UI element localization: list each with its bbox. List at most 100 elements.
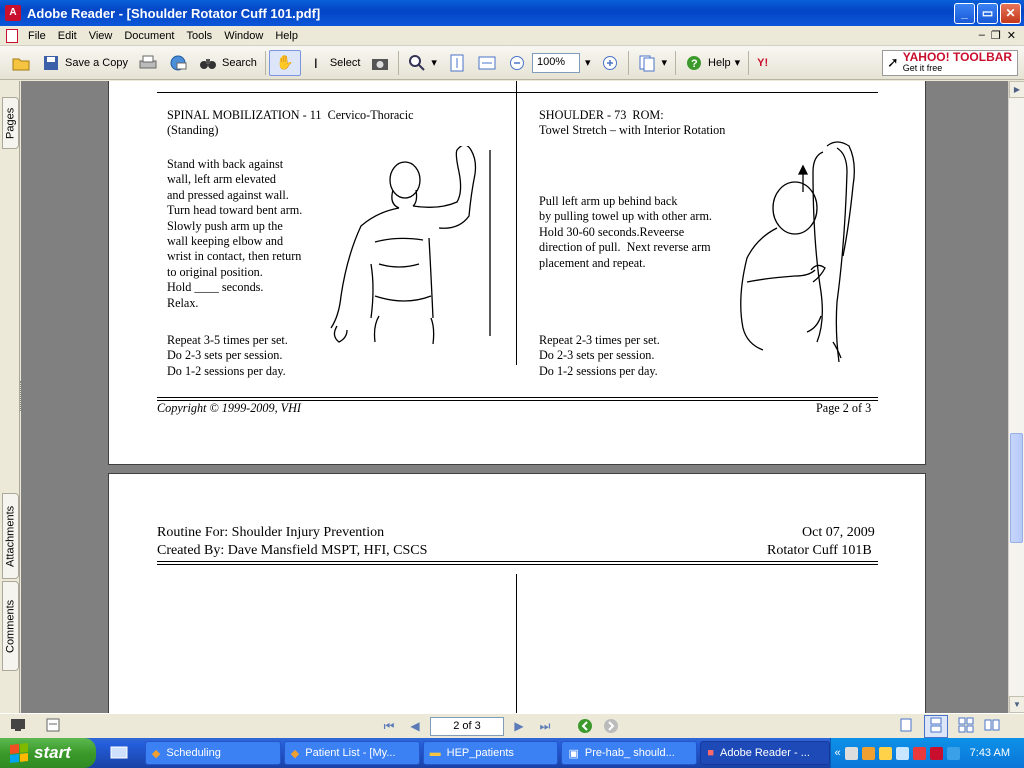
menu-window[interactable]: Window: [218, 30, 269, 42]
chevron-down-icon: ▾: [584, 57, 591, 69]
menu-tools[interactable]: Tools: [181, 30, 219, 42]
header-rule-2: [157, 564, 878, 565]
print-button[interactable]: [133, 50, 163, 76]
tab-pages[interactable]: Pages: [2, 97, 19, 149]
tray-expand-icon[interactable]: «: [835, 747, 841, 759]
network-icon[interactable]: [895, 746, 909, 760]
taskbar: start ◆ Scheduling ◆ Patient List - [My.…: [0, 738, 1024, 768]
adobe-reader-icon: A: [5, 5, 21, 21]
tray-app-icon[interactable]: [946, 746, 960, 760]
minus-circle-icon: [507, 53, 527, 73]
pdf-page-2: SPINAL MOBILIZATION - 11 Cervico-Thoraci…: [108, 81, 926, 465]
yahoo-toolbar-ad[interactable]: ➚ YAHOO! TOOLBAR Get it free: [882, 49, 1018, 76]
next-page-button[interactable]: ▶: [508, 716, 530, 736]
document-icon[interactable]: [6, 28, 18, 43]
globe-mail-icon: [168, 53, 188, 73]
column-divider: [516, 574, 517, 713]
help-label: Help: [708, 56, 731, 69]
email-button[interactable]: [163, 50, 193, 76]
binoculars-icon: [198, 53, 218, 73]
close-button[interactable]: ✕: [1000, 2, 1021, 24]
yahoo-icon: Y!: [757, 56, 769, 69]
continuous-page-icon[interactable]: [924, 714, 948, 738]
menu-view[interactable]: View: [83, 30, 119, 42]
maximize-button[interactable]: ▭: [977, 2, 998, 24]
scroll-down-button[interactable]: ▼: [1009, 696, 1024, 713]
tab-comments[interactable]: Comments: [2, 581, 19, 671]
status-bar: ⏮ ◀ 2 of 3 ▶ ⏭: [0, 713, 1024, 738]
task-adobe-reader[interactable]: ■ Adobe Reader - ...: [700, 741, 831, 765]
help-icon: ?: [684, 53, 704, 73]
zoom-tool-button[interactable]: ▾: [402, 50, 442, 76]
single-page-icon[interactable]: [898, 717, 914, 736]
scroll-thumb[interactable]: [1010, 433, 1023, 543]
exercise-instructions-left: Stand with back against wall, left arm e…: [167, 157, 303, 310]
copyright-text: Copyright © 1999-2009, VHI: [157, 401, 301, 415]
clock[interactable]: 7:43 AM: [970, 747, 1010, 759]
zoom-in-button[interactable]: [595, 50, 625, 76]
menu-edit[interactable]: Edit: [52, 30, 83, 42]
snapshot-button[interactable]: [365, 50, 395, 76]
minimize-button[interactable]: _: [954, 2, 975, 24]
document-view[interactable]: SPINAL MOBILIZATION - 11 Cervico-Thoraci…: [21, 81, 1008, 713]
task-label: Scheduling: [166, 747, 221, 759]
fit-width-button[interactable]: [472, 50, 502, 76]
exercise-reps-left: Repeat 3-5 times per set. Do 2-3 sets pe…: [167, 333, 288, 378]
menu-help[interactable]: Help: [269, 30, 304, 42]
doc-minimize-button[interactable]: –: [979, 29, 985, 42]
show-desktop-icon[interactable]: [110, 744, 128, 763]
tray-app-icon[interactable]: [912, 746, 926, 760]
previous-view-button[interactable]: [574, 716, 596, 736]
task-prehab-doc[interactable]: ▣ Pre-hab_ should...: [561, 741, 698, 765]
task-patient-list[interactable]: ◆ Patient List - [My...: [283, 741, 420, 765]
window-title: Adobe Reader - [Shoulder Rotator Cuff 10…: [27, 5, 321, 21]
doc-restore-button[interactable]: ❐: [991, 29, 1001, 42]
fit-page-button[interactable]: [442, 50, 472, 76]
menu-document[interactable]: Document: [118, 30, 180, 42]
folder-icon: [11, 53, 31, 73]
separator: [628, 50, 630, 75]
chevron-down-icon: ▾: [661, 57, 668, 69]
save-copy-button[interactable]: Save a Copy: [36, 50, 133, 76]
created-by: Created By: Dave Mansfield MSPT, HFI, CS…: [157, 543, 428, 558]
tray-app-icon[interactable]: [861, 746, 875, 760]
rotate-button[interactable]: ▾: [632, 50, 672, 76]
document-properties-icon[interactable]: [46, 718, 60, 735]
search-button[interactable]: Search: [193, 50, 262, 76]
tray-app-icon[interactable]: [878, 746, 892, 760]
task-scheduling[interactable]: ◆ Scheduling: [144, 741, 281, 765]
wall-stretch-illustration: [330, 146, 491, 345]
hand-tool-button[interactable]: ✋: [268, 49, 301, 76]
zoom-out-button[interactable]: [502, 50, 532, 76]
hand-icon: ✋: [276, 54, 294, 70]
select-tool-button[interactable]: I Select: [301, 50, 366, 76]
tab-attachments[interactable]: Attachments: [2, 493, 19, 579]
menu-file[interactable]: File: [22, 30, 52, 42]
zoom-input[interactable]: 100%: [531, 52, 580, 73]
scroll-up-button[interactable]: ▶: [1009, 81, 1024, 98]
first-page-button[interactable]: ⏮: [378, 716, 400, 736]
task-hep-patients[interactable]: ▬ HEP_patients: [422, 741, 559, 765]
zoom-dropdown[interactable]: ▾: [580, 50, 596, 76]
monitor-icon[interactable]: [10, 718, 26, 735]
facing-pages-icon[interactable]: [958, 717, 974, 736]
open-button[interactable]: [6, 50, 36, 76]
vertical-scrollbar[interactable]: ▶ ▼: [1008, 81, 1024, 713]
folder-icon: ▬: [429, 747, 441, 759]
continuous-facing-icon[interactable]: [984, 717, 1000, 736]
page-number-input[interactable]: 2 of 3: [430, 716, 504, 736]
doc-close-button[interactable]: ✕: [1007, 29, 1016, 42]
tray-app-icon[interactable]: [844, 746, 858, 760]
start-button[interactable]: start: [0, 738, 96, 768]
task-label: Adobe Reader - ...: [720, 747, 810, 759]
last-page-button[interactable]: ⏭: [534, 716, 556, 736]
yahoo-messenger-button[interactable]: Y!: [752, 50, 773, 76]
header-rule: [157, 561, 878, 562]
previous-page-button[interactable]: ◀: [404, 716, 426, 736]
next-view-button[interactable]: [600, 716, 622, 736]
exercise-instructions-right: Pull left arm up behind back by pulling …: [539, 194, 712, 270]
footer-rule: [157, 397, 878, 398]
chevron-down-icon: ▾: [431, 57, 437, 69]
help-button[interactable]: ? Help ▾: [679, 50, 745, 76]
tray-app-icon[interactable]: [929, 746, 943, 760]
